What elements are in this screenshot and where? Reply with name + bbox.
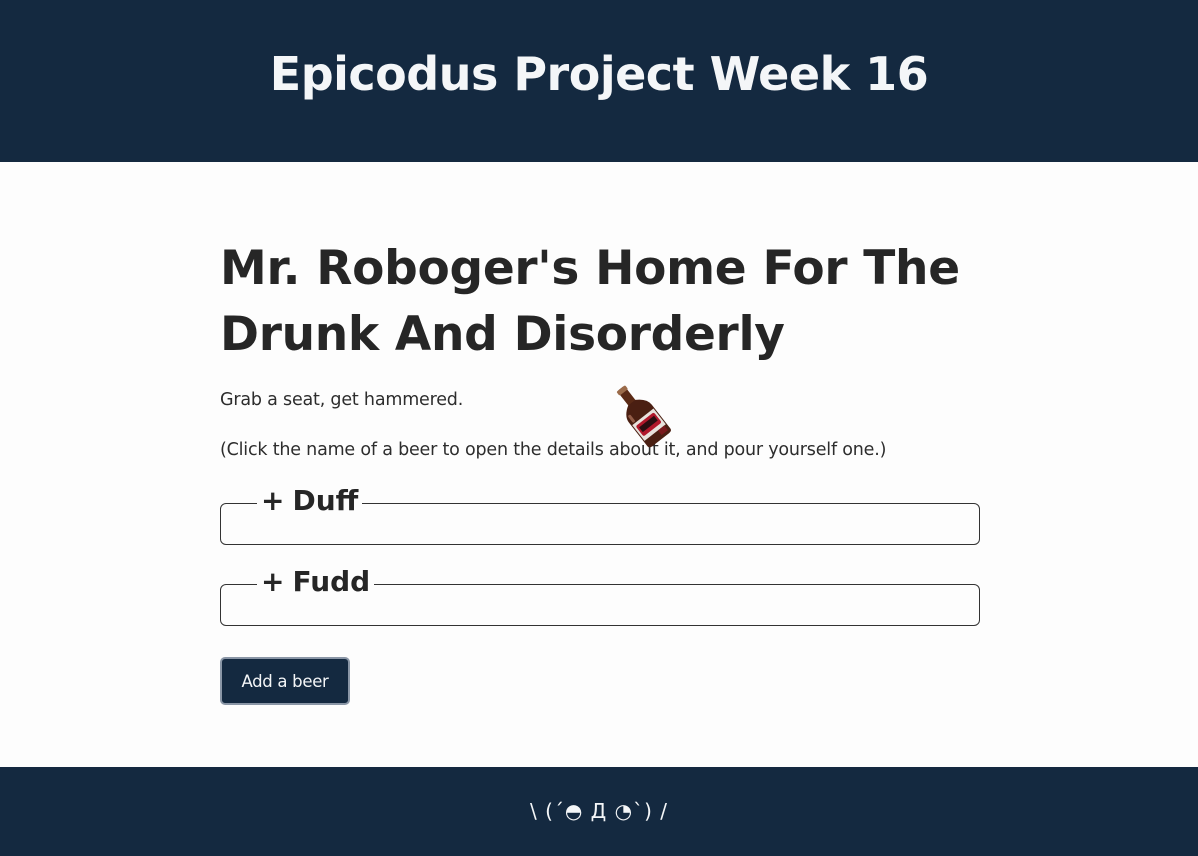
site-header: Epicodus Project Week 16 bbox=[0, 0, 1198, 162]
beer-name: Fudd bbox=[292, 565, 371, 598]
footer-emoticon: \ (´◓ Д ◔`) / bbox=[529, 798, 669, 823]
page-title: Mr. Roboger's Home For The Drunk And Dis… bbox=[220, 241, 960, 362]
beer-toggle-duff[interactable]: + Duff bbox=[257, 483, 363, 519]
instructions: (Click the name of a beer to open the de… bbox=[220, 440, 887, 460]
beer-name: Duff bbox=[292, 484, 359, 517]
main-content: Mr. Roboger's Home For The Drunk And Dis… bbox=[220, 236, 980, 705]
tagline: Grab a seat, get hammered. bbox=[220, 390, 464, 410]
site-title: Epicodus Project Week 16 bbox=[269, 47, 929, 101]
beer-item-duff: + Duff bbox=[220, 483, 980, 545]
site-footer: \ (´◓ Д ◔`) / bbox=[0, 767, 1198, 856]
beer-bottle-icon bbox=[616, 385, 671, 448]
add-beer-button[interactable]: Add a beer bbox=[220, 657, 350, 705]
beer-item-fudd: + Fudd bbox=[220, 564, 980, 626]
expand-icon: + bbox=[261, 484, 285, 517]
beer-toggle-fudd[interactable]: + Fudd bbox=[257, 564, 375, 600]
page: Epicodus Project Week 16 Mr. Roboger's H… bbox=[0, 0, 1198, 856]
expand-icon: + bbox=[261, 565, 285, 598]
